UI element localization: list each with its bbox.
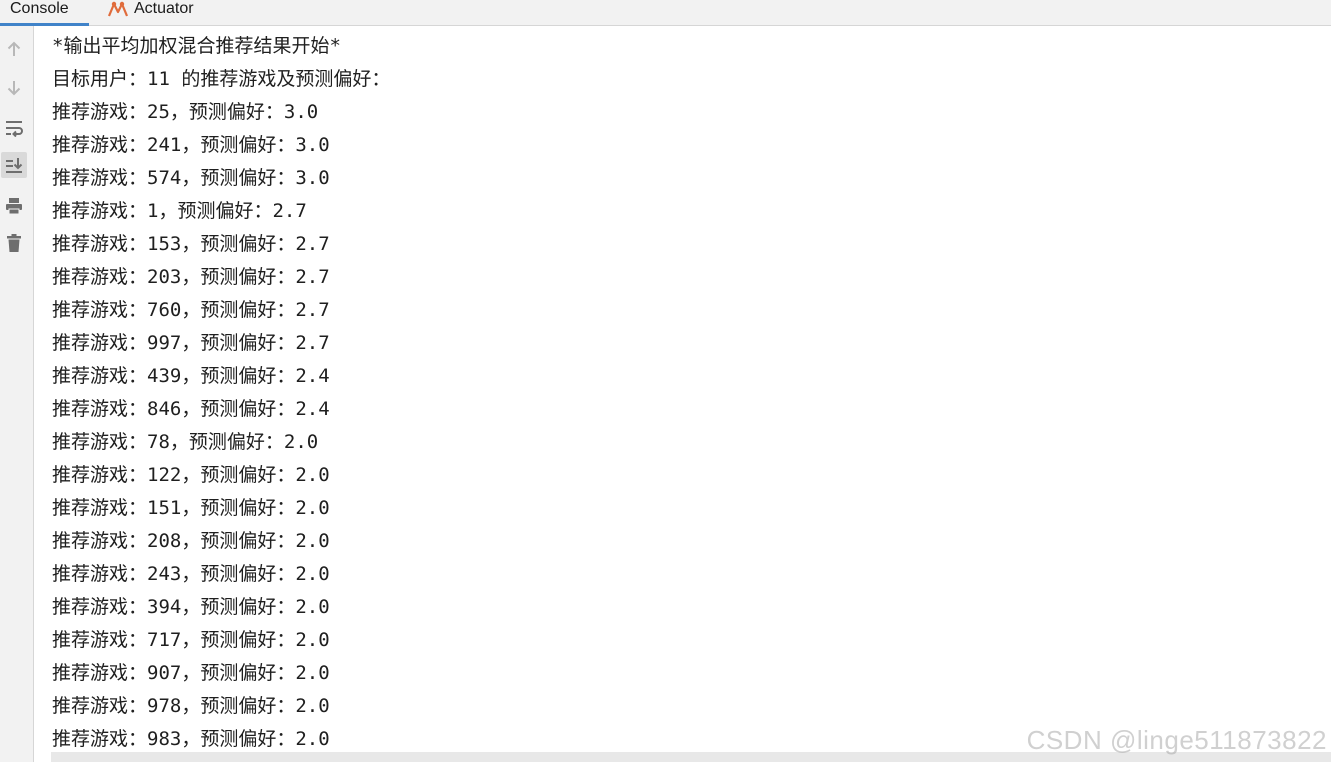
console-line: 推荐游戏：25，预测偏好：3.0 [52,101,319,123]
console-line: 推荐游戏：394，预测偏好：2.0 [52,596,330,618]
console-line: *输出平均加权混合推荐结果开始* [52,35,341,57]
console-line: 推荐游戏：203，预测偏好：2.7 [52,266,330,288]
actuator-icon [107,0,129,18]
down-arrow-icon[interactable] [1,75,27,101]
scroll-to-end-icon[interactable] [1,152,27,178]
print-icon[interactable] [1,193,27,219]
console-line: 推荐游戏：1，预测偏好：2.7 [52,200,307,222]
console-line: 推荐游戏：846，预测偏好：2.4 [52,398,330,420]
tab-actuator[interactable]: Actuator [107,0,194,24]
console-line: 推荐游戏：78，预测偏好：2.0 [52,431,319,453]
console-line: 推荐游戏：760，预测偏好：2.7 [52,299,330,321]
console-line: 推荐游戏：439，预测偏好：2.4 [52,365,330,387]
console-line: 推荐游戏：717，预测偏好：2.0 [52,629,330,651]
console-line: 推荐游戏：978，预测偏好：2.0 [52,695,330,717]
trash-icon[interactable] [1,230,27,256]
console-line: 推荐游戏：151，预测偏好：2.0 [52,497,330,519]
console-lines: *输出平均加权混合推荐结果开始* 目标用户：11 的推荐游戏及预测偏好： 推荐游戏：… [52,32,390,758]
tab-console[interactable]: Console [0,0,89,26]
watermark: CSDN @linge511873822 [1026,725,1327,755]
tool-window-tabbar: Console Actuator [0,0,1331,26]
console-line: 推荐游戏：122，预测偏好：2.0 [52,464,330,486]
console-output[interactable]: *输出平均加权混合推荐结果开始* 目标用户：11 的推荐游戏及预测偏好： 推荐游戏：… [35,26,1331,762]
console-line: 推荐游戏：241，预测偏好：3.0 [52,134,330,156]
console-line: 推荐游戏：208，预测偏好：2.0 [52,530,330,552]
console-line: 推荐游戏：243，预测偏好：2.0 [52,563,330,585]
console-line: 推荐游戏：153，预测偏好：2.7 [52,233,330,255]
soft-wrap-icon[interactable] [1,115,27,141]
console-toolbar [0,26,34,762]
console-line: 推荐游戏：997，预测偏好：2.7 [52,332,330,354]
tab-console-label: Console [10,0,69,17]
console-line: 推荐游戏：907，预测偏好：2.0 [52,662,330,684]
up-arrow-icon[interactable] [1,36,27,62]
console-line: 推荐游戏：574，预测偏好：3.0 [52,167,330,189]
console-line: 目标用户：11 的推荐游戏及预测偏好： [52,68,391,90]
tab-actuator-label: Actuator [134,0,194,17]
